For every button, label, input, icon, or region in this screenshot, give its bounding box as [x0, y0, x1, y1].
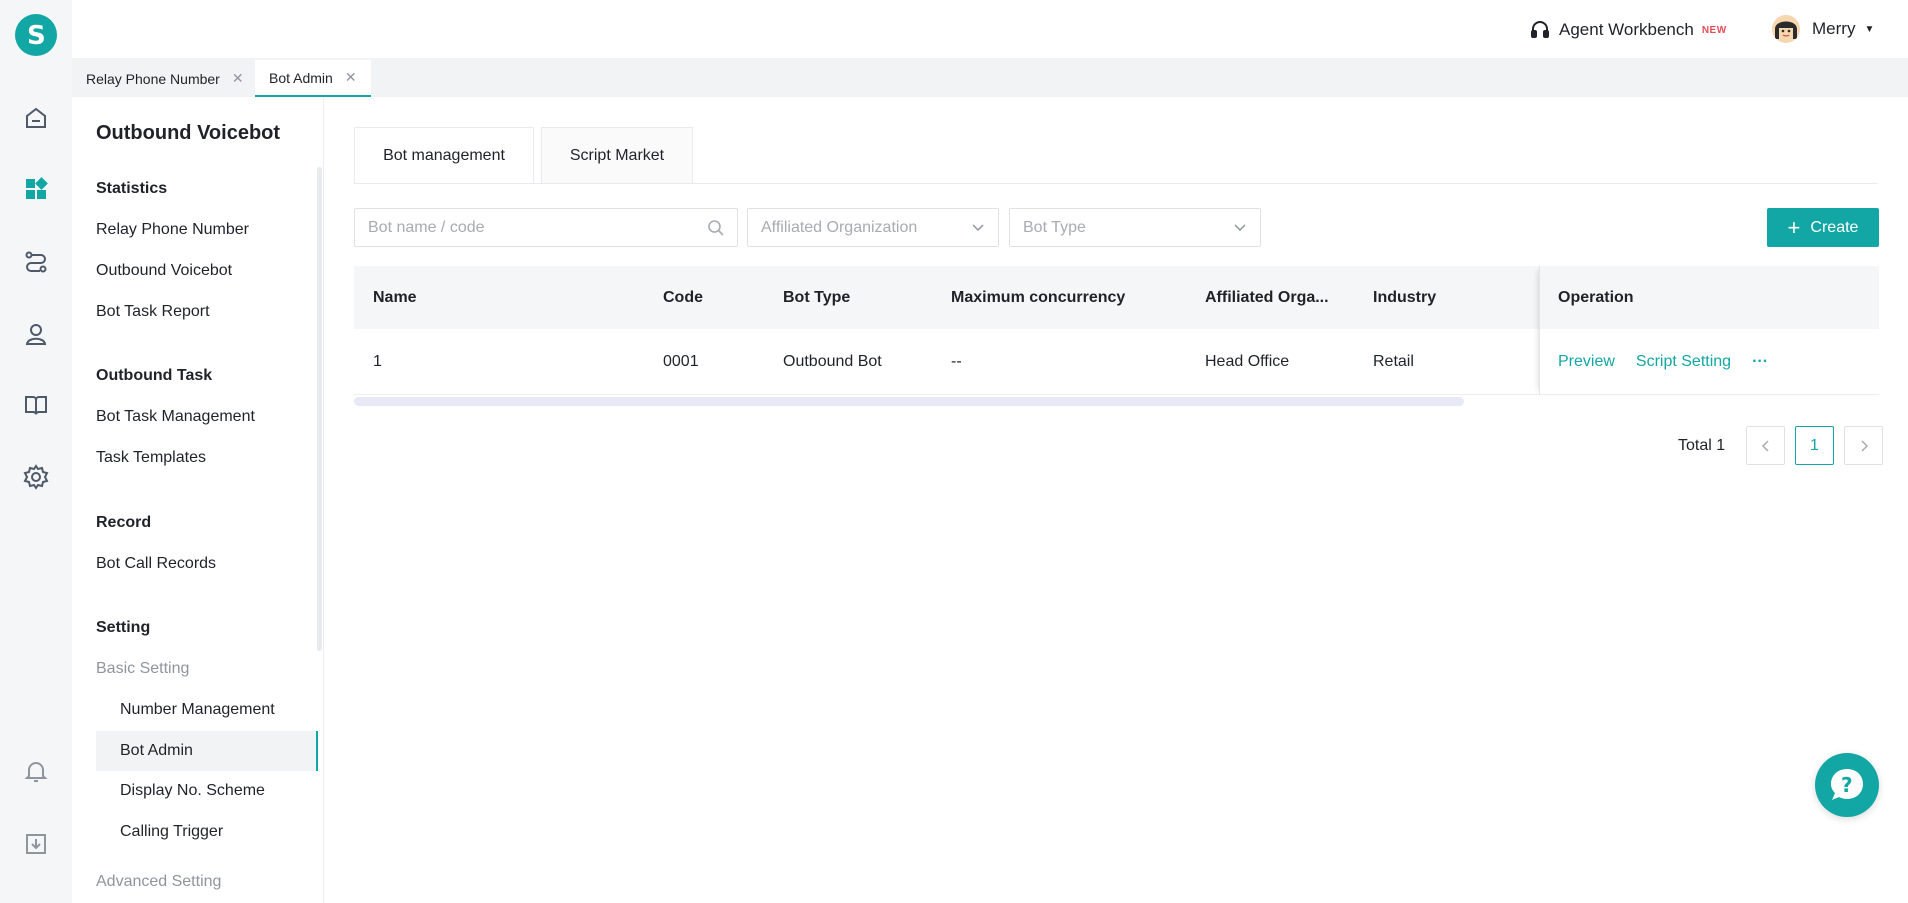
- preview-link[interactable]: Preview: [1558, 353, 1615, 371]
- avatar: [1772, 15, 1800, 43]
- sidebar-scrollbar[interactable]: [317, 167, 322, 651]
- operation-cell: Preview Script Setting ···: [1540, 329, 1879, 395]
- sidebar-item-calling-trigger[interactable]: Calling Trigger: [120, 823, 223, 841]
- agent-workbench-label: Agent Workbench: [1559, 20, 1694, 39]
- cell-affiliated-org: Head Office: [1205, 352, 1290, 370]
- next-page-button[interactable]: [1844, 426, 1883, 465]
- create-label: Create: [1810, 218, 1859, 236]
- page-tab-bot-admin[interactable]: Bot Admin ✕: [255, 60, 371, 97]
- plus-icon: +: [1787, 214, 1801, 240]
- bot-type-select[interactable]: Bot Type: [1009, 208, 1261, 247]
- search-icon: [708, 220, 724, 236]
- sidebar: Outbound Voicebot Statistics Relay Phone…: [72, 97, 324, 903]
- user-menu[interactable]: Merry ▼: [1772, 15, 1874, 43]
- chevron-left-icon: [1761, 439, 1769, 452]
- dashboard-icon[interactable]: [18, 171, 54, 207]
- chevron-down-icon: [972, 224, 984, 232]
- bot-table: Name Code Bot Type Maximum concurrency A…: [354, 266, 1879, 395]
- tab-script-market[interactable]: Script Market: [541, 127, 693, 183]
- script-setting-link[interactable]: Script Setting: [1636, 353, 1731, 371]
- sidebar-item-relay-phone-number[interactable]: Relay Phone Number: [96, 221, 249, 239]
- sidebar-item-task-templates[interactable]: Task Templates: [96, 449, 206, 467]
- total-count: Total 1: [1678, 437, 1726, 454]
- close-icon[interactable]: ✕: [345, 69, 357, 86]
- user-icon[interactable]: [18, 316, 54, 352]
- sidebar-item-display-no-scheme[interactable]: Display No. Scheme: [120, 782, 265, 800]
- table-horizontal-scrollbar[interactable]: [354, 397, 1464, 406]
- main-content: Bot management Script Market Bot name / …: [324, 97, 1908, 903]
- cell-code: 0001: [663, 352, 699, 370]
- cell-industry: Retail: [1373, 352, 1414, 370]
- more-icon[interactable]: ···: [1752, 353, 1768, 371]
- bot-type-placeholder: Bot Type: [1023, 218, 1086, 236]
- header-affiliated-org: Affiliated Orga...: [1205, 288, 1329, 306]
- cell-name: 1: [373, 352, 382, 370]
- chevron-down-icon: [1234, 224, 1246, 232]
- sidebar-item-bot-task-management[interactable]: Bot Task Management: [96, 408, 255, 426]
- new-badge: NEW: [1701, 24, 1727, 36]
- sidebar-item-bot-admin[interactable]: Bot Admin: [96, 731, 318, 771]
- sidebar-group-statistics: Statistics: [96, 180, 168, 197]
- caret-down-icon: ▼: [1864, 23, 1875, 35]
- bell-icon[interactable]: [18, 753, 54, 789]
- cell-bot-type: Outbound Bot: [783, 352, 882, 370]
- sidebar-item-bot-call-records[interactable]: Bot Call Records: [96, 555, 216, 573]
- sidebar-title: Outbound Voicebot: [96, 122, 281, 144]
- search-placeholder: Bot name / code: [368, 218, 485, 236]
- organization-select[interactable]: Affiliated Organization: [747, 208, 999, 247]
- header-bot-type: Bot Type: [783, 288, 851, 306]
- header-code: Code: [663, 288, 703, 306]
- search-input[interactable]: Bot name / code: [354, 208, 738, 247]
- download-icon[interactable]: [18, 826, 54, 862]
- help-icon: ?: [1831, 769, 1863, 800]
- sidebar-item-bot-task-report[interactable]: Bot Task Report: [96, 303, 210, 321]
- svg-text:S: S: [27, 21, 46, 50]
- user-name: Merry: [1812, 19, 1856, 38]
- page-number-button[interactable]: 1: [1795, 426, 1834, 465]
- cell-max-concurrency: --: [951, 352, 962, 370]
- page-tab-label: Bot Admin: [269, 69, 333, 86]
- sidebar-group-setting: Setting: [96, 619, 151, 636]
- home-icon[interactable]: [18, 100, 54, 136]
- page-tab-relay-phone-number[interactable]: Relay Phone Number ✕: [72, 60, 258, 97]
- header-industry: Industry: [1373, 288, 1437, 306]
- page-tab-label: Relay Phone Number: [86, 70, 220, 87]
- agent-workbench-link[interactable]: Agent Workbench NEW: [1529, 19, 1727, 41]
- routing-icon[interactable]: [18, 244, 54, 280]
- svg-text:?: ?: [1841, 773, 1853, 797]
- organization-placeholder: Affiliated Organization: [761, 218, 918, 236]
- chevron-right-icon: [1860, 439, 1868, 452]
- close-icon[interactable]: ✕: [232, 70, 244, 87]
- headset-icon: [1531, 21, 1549, 38]
- prev-page-button[interactable]: [1746, 426, 1785, 465]
- sidebar-item-basic-setting[interactable]: Basic Setting: [96, 660, 189, 678]
- create-button[interactable]: + Create: [1767, 208, 1879, 247]
- header-operation: Operation: [1540, 266, 1879, 329]
- sidebar-item-advanced-setting[interactable]: Advanced Setting: [96, 873, 221, 891]
- sidebar-group-record: Record: [96, 514, 152, 531]
- tab-bot-management[interactable]: Bot management: [354, 127, 534, 183]
- help-chat-button[interactable]: ?: [1815, 753, 1879, 817]
- header-name: Name: [373, 288, 417, 306]
- operation-column: Operation Preview Script Setting ···: [1539, 266, 1879, 395]
- settings-icon[interactable]: [18, 459, 54, 495]
- page-tab-strip: Relay Phone Number ✕ Bot Admin ✕: [72, 58, 1908, 97]
- app-logo-icon[interactable]: S: [15, 14, 57, 56]
- top-bar: Agent Workbench NEW Merry ▼: [72, 0, 1908, 58]
- sidebar-item-outbound-voicebot[interactable]: Outbound Voicebot: [96, 262, 232, 280]
- book-icon[interactable]: [18, 387, 54, 423]
- icon-rail: S: [0, 0, 72, 903]
- tab-divider: [354, 183, 1878, 184]
- sidebar-group-outbound-task: Outbound Task: [96, 367, 213, 384]
- header-max-concurrency: Maximum concurrency: [951, 288, 1126, 306]
- sidebar-item-number-management[interactable]: Number Management: [120, 701, 275, 719]
